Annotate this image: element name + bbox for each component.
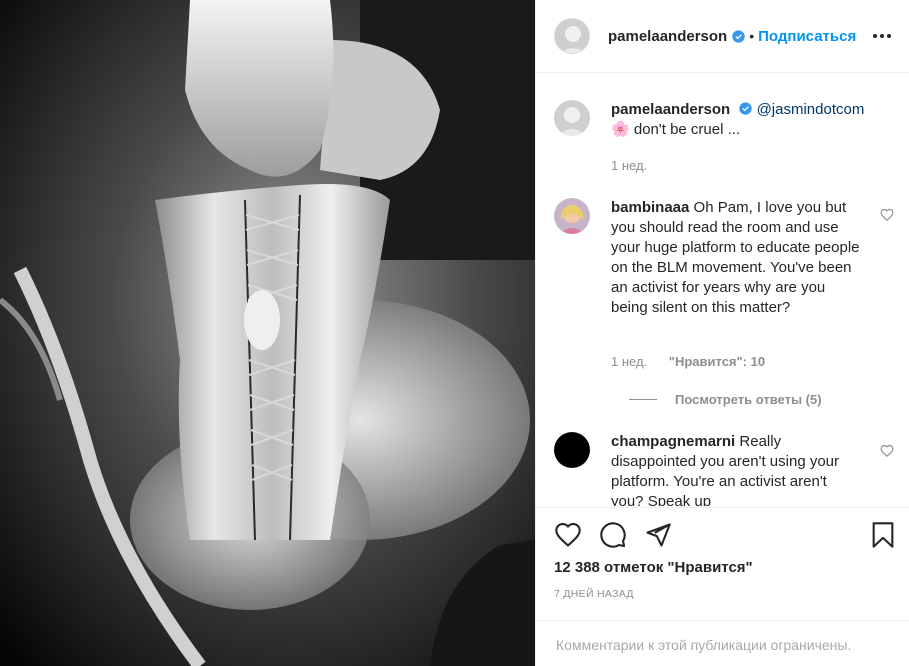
- bookmark-icon[interactable]: [869, 521, 897, 549]
- comment-like-heart-icon[interactable]: [880, 444, 894, 458]
- comments-disabled-notice: Комментарии к этой публикации ограничены…: [536, 620, 909, 666]
- follow-button[interactable]: Подписаться: [758, 28, 856, 45]
- caption-avatar[interactable]: [554, 100, 590, 136]
- verified-badge-icon: [739, 102, 753, 115]
- comment-text: Oh Pam, I love you but you should read t…: [611, 199, 860, 316]
- comment-like-heart-icon[interactable]: [880, 208, 894, 222]
- caption-mention[interactable]: @jasmindotcom: [757, 101, 865, 118]
- author-avatar[interactable]: [554, 18, 590, 54]
- comment-icon[interactable]: [599, 521, 627, 549]
- comment-time[interactable]: 1 нед.: [611, 354, 647, 369]
- post-caption: pamelaanderson @jasmindotcom 🌸 don't be …: [554, 100, 894, 180]
- heart-icon[interactable]: [554, 521, 582, 549]
- replies-divider: [629, 399, 657, 400]
- commenter-avatar[interactable]: [554, 432, 590, 468]
- verified-badge-icon: [732, 29, 745, 43]
- caption-emoji: 🌸: [611, 121, 630, 138]
- post-photo[interactable]: [0, 0, 535, 666]
- separator-dot: •: [749, 28, 755, 44]
- comment-item: champagnemarni Really disappointed you a…: [554, 432, 894, 506]
- view-replies-label[interactable]: Посмотреть ответы (5): [675, 392, 822, 407]
- caption-time[interactable]: 1 нед.: [611, 158, 647, 173]
- comment-username[interactable]: champagnemarni: [611, 433, 735, 450]
- corset-photo: [0, 0, 535, 666]
- comment-item: bambinaaa Oh Pam, I love you but you sho…: [554, 198, 894, 408]
- caption-username[interactable]: pamelaanderson: [611, 101, 730, 118]
- post-sidebar: pamelaanderson • Подписаться pamelaander: [535, 0, 909, 666]
- caption-text: don't be cruel ...: [633, 121, 741, 138]
- author-username[interactable]: pamelaanderson: [608, 28, 727, 45]
- post-actions: 12 388 отметок "Нравится" 7 ДНЕЙ НАЗАД К…: [536, 507, 909, 666]
- likes-count[interactable]: 12 388 отметок "Нравится": [554, 559, 753, 576]
- more-options-icon[interactable]: [870, 24, 894, 48]
- paper-plane-icon[interactable]: [644, 521, 672, 549]
- comment-meta: 1 нед. "Нравится": 10: [611, 354, 765, 369]
- post-timestamp[interactable]: 7 ДНЕЙ НАЗАД: [554, 588, 634, 600]
- post-header: pamelaanderson • Подписаться: [536, 0, 909, 73]
- comment-likes[interactable]: "Нравится": 10: [669, 354, 765, 369]
- comment-username[interactable]: bambinaaa: [611, 199, 689, 216]
- comments-list[interactable]: pamelaanderson @jasmindotcom 🌸 don't be …: [536, 74, 909, 506]
- commenter-avatar[interactable]: [554, 198, 590, 234]
- view-replies-button[interactable]: Посмотреть ответы (5): [629, 392, 822, 407]
